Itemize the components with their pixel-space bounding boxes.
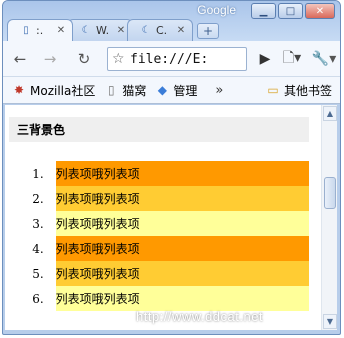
reload-button[interactable]: ↻ (73, 49, 95, 69)
wrench-menu-button[interactable]: 🔧▾ (311, 49, 337, 69)
list-item-number: 6. (32, 291, 44, 306)
watermark-text: http://www.ddcat.net (136, 309, 264, 324)
list-item-number: 2. (32, 191, 44, 206)
browser-window: Google ▁ □ ✕ ▯ :. ✕ ☾ W. ✕ ☾ C. ✕ + ← → … (2, 0, 341, 335)
scrollbar-thumb[interactable] (324, 177, 336, 209)
scroll-down-arrow-icon[interactable]: ▼ (323, 314, 337, 329)
tab-close-icon[interactable]: ✕ (56, 25, 66, 36)
scroll-up-arrow-icon[interactable]: ▲ (323, 106, 337, 121)
maximize-button[interactable]: □ (278, 3, 303, 19)
bookmarks-bar: ✸ Mozilla社区 ▯ 猫窝 ◆ 管理 » ▭ 其他书签 (3, 77, 340, 104)
list-item-number: 3. (32, 216, 44, 231)
crescent-icon: ☾ (81, 25, 91, 36)
page-heading: 三背景色 (9, 117, 309, 142)
list-item: 4. 列表项哦列表项 (9, 236, 309, 261)
folder-icon: ▭ (267, 83, 279, 97)
other-bookmarks-folder[interactable]: ▭ 其他书签 (265, 82, 332, 99)
forward-button[interactable]: → (39, 49, 61, 69)
bookmark-label: 管理 (173, 83, 198, 98)
tab-2[interactable]: ☾ W. ✕ (67, 19, 133, 41)
crescent-icon: ☾ (141, 25, 151, 36)
new-tab-button[interactable]: + (197, 23, 219, 39)
page-icon: ▯ (23, 25, 29, 36)
tab-strip: ▯ :. ✕ ☾ W. ✕ ☾ C. ✕ + (7, 18, 219, 41)
minimize-button[interactable]: ▁ (251, 3, 276, 19)
google-brand-text: Google (197, 3, 236, 17)
bookmark-guanli[interactable]: ◆ 管理 (154, 82, 198, 99)
list-item: 3. 列表项哦列表项 (9, 211, 309, 236)
bookmarks-overflow-chevron[interactable]: » (215, 83, 223, 98)
list-item: 1. 列表项哦列表项 (9, 161, 309, 186)
list-item-text: 列表项哦列表项 (55, 186, 309, 211)
list-item-text: 列表项哦列表项 (55, 161, 309, 186)
close-window-button[interactable]: ✕ (305, 3, 335, 19)
tab-label: C. (156, 24, 168, 37)
tab-label: W. (96, 24, 110, 37)
list-item-text: 列表项哦列表项 (55, 211, 309, 236)
bookmark-label: 其他书签 (283, 83, 332, 98)
list-item: 6. 列表项哦列表项 (9, 286, 309, 311)
tab-3[interactable]: ☾ C. ✕ (127, 19, 193, 41)
list-item: 5. 列表项哦列表项 (9, 261, 309, 286)
title-bar: Google ▁ □ ✕ ▯ :. ✕ ☾ W. ✕ ☾ C. ✕ + (3, 1, 340, 41)
bookmark-maowo[interactable]: ▯ 猫窝 (103, 82, 146, 99)
page-content: 三背景色 1. 列表项哦列表项 2. 列表项哦列表项 3. 列表项哦列表项 4.… (5, 105, 321, 330)
window-controls: ▁ □ ✕ (249, 3, 335, 19)
list-item-number: 4. (32, 241, 44, 256)
bookmark-star-icon[interactable]: ☆ (112, 51, 130, 67)
page-icon: ▯ (108, 83, 115, 97)
list-item-number: 1. (32, 166, 44, 181)
bird-icon: ◆ (157, 83, 167, 97)
list-item-text: 列表项哦列表项 (55, 261, 309, 286)
list-item-number: 5. (32, 266, 44, 281)
vertical-scrollbar[interactable]: ▲ ▼ (321, 105, 337, 330)
mozilla-icon: ✸ (13, 83, 25, 97)
tab-1[interactable]: ▯ :. ✕ (7, 19, 73, 41)
go-button[interactable]: ▶ (257, 49, 273, 69)
list-item-text: 列表项哦列表项 (55, 236, 309, 261)
tab-close-icon[interactable]: ✕ (176, 25, 186, 36)
navigation-toolbar: ← → ↻ ☆ file:///E: ▶ 🗋▾ 🔧▾ (3, 41, 340, 77)
tab-label: :. (36, 24, 44, 37)
colored-list: 1. 列表项哦列表项 2. 列表项哦列表项 3. 列表项哦列表项 4. 列表项哦… (9, 161, 309, 311)
tab-close-icon[interactable]: ✕ (116, 25, 126, 36)
address-bar[interactable]: ☆ file:///E: (107, 47, 247, 71)
back-button[interactable]: ← (9, 49, 31, 69)
bookmark-label: 猫窝 (122, 83, 147, 98)
bookmark-mozilla[interactable]: ✸ Mozilla社区 (11, 82, 95, 99)
page-menu-button[interactable]: 🗋▾ (279, 49, 305, 69)
bookmark-label: Mozilla社区 (30, 83, 96, 98)
list-item: 2. 列表项哦列表项 (9, 186, 309, 211)
url-text[interactable]: file:///E: (130, 52, 208, 67)
list-item-text: 列表项哦列表项 (55, 286, 309, 311)
